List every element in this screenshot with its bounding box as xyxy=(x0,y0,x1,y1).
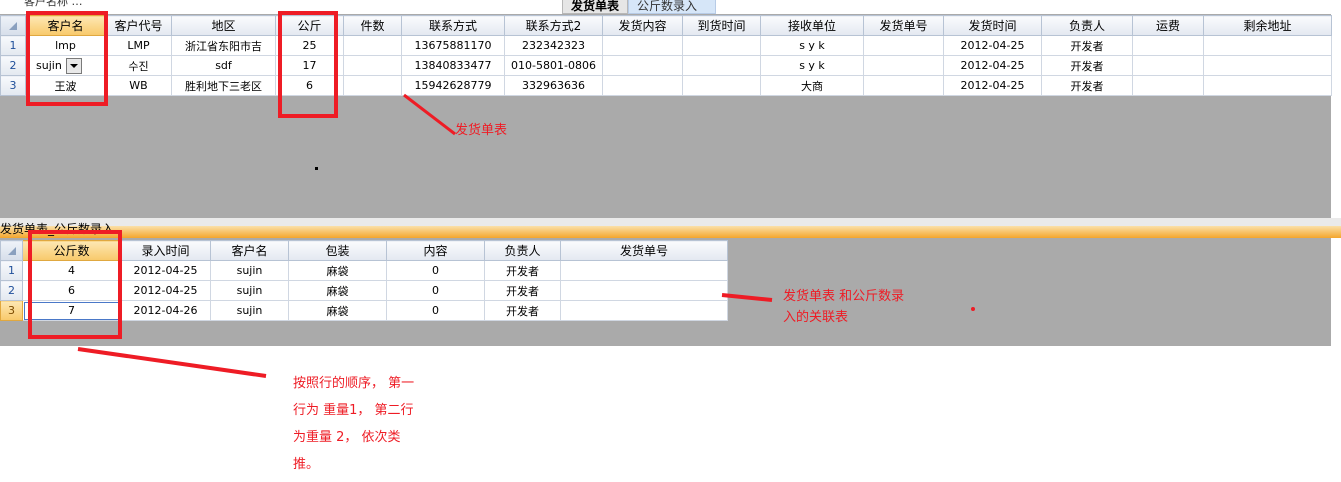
note-line: 入的关联表 xyxy=(783,310,849,325)
arrow-line-2 xyxy=(721,293,773,302)
note-line: 行为 重量1， 第二行 xyxy=(293,403,414,418)
note-shipping-list: 发货单表 xyxy=(455,123,508,138)
note-row-order: 按照行的顺序， 第一 行为 重量1， 第二行 为重量 2， 依次类 推。 xyxy=(293,370,453,478)
annotation-lines xyxy=(77,93,975,378)
note-line: 按照行的顺序， 第一 xyxy=(293,376,415,391)
arrow-line-3 xyxy=(77,347,267,378)
note-line: 发货单表 和公斤数录 xyxy=(783,289,905,304)
arrow-line-1 xyxy=(403,93,456,136)
red-dot xyxy=(971,307,975,311)
note-line: 推。 xyxy=(293,457,320,472)
note-line: 为重量 2， 依次类 xyxy=(293,430,401,445)
note-relation-table: 发货单表 和公斤数录 入的关联表 xyxy=(783,286,943,328)
